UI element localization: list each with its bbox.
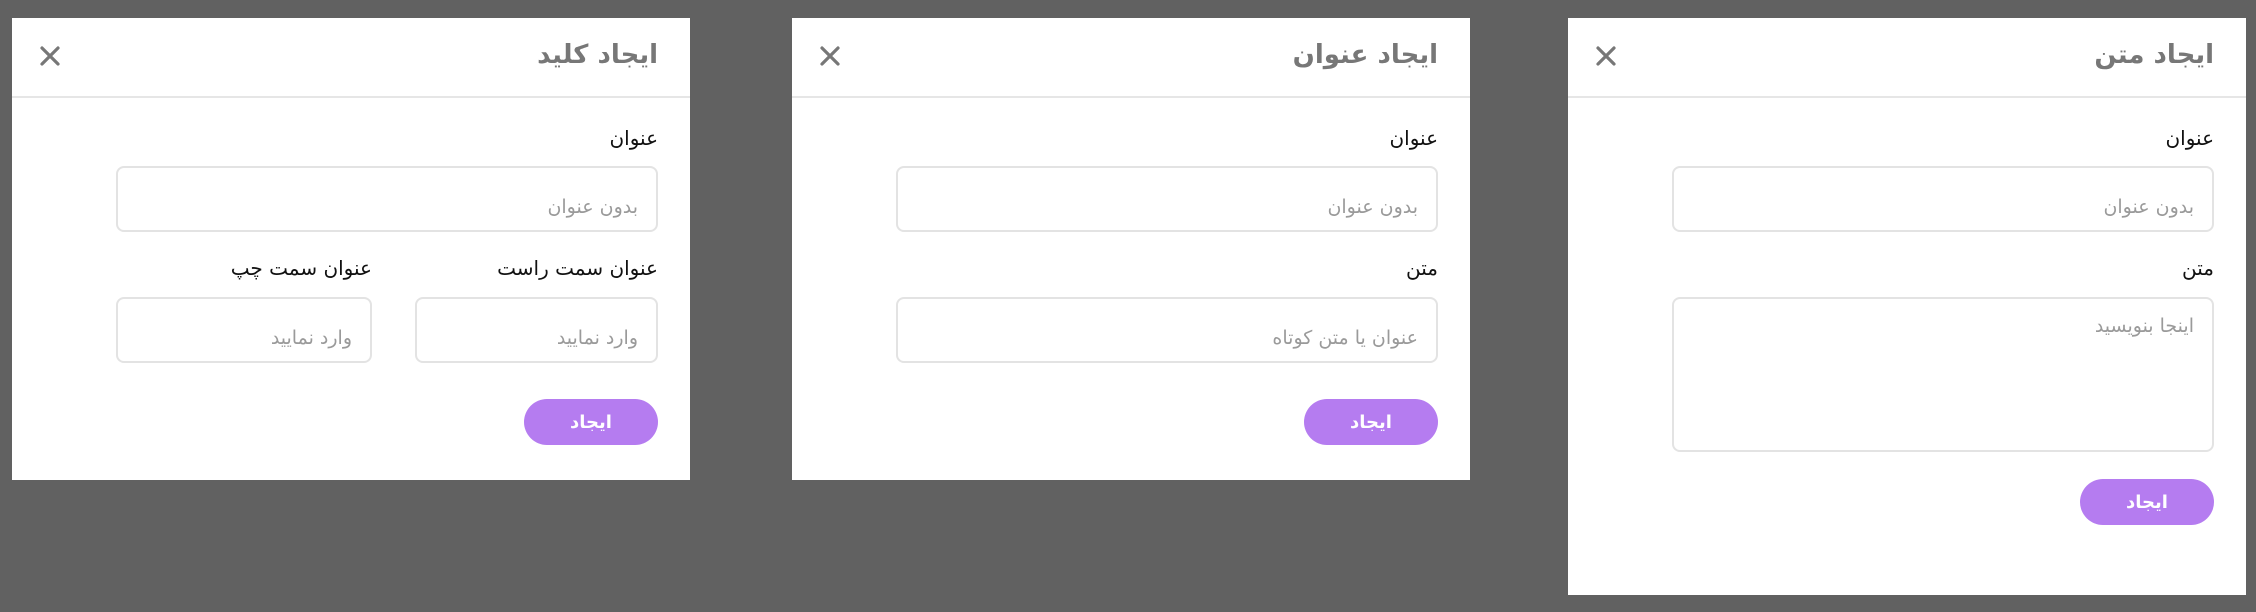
title-input[interactable] xyxy=(1672,166,2214,232)
left-title-field-label: عنوان سمت چپ xyxy=(230,256,372,280)
text-textarea[interactable] xyxy=(1672,297,2214,452)
create-button[interactable]: ایجاد xyxy=(524,399,658,445)
create-title-dialog: ایجاد عنوان عنوان متن ایجاد xyxy=(792,18,1470,480)
create-button[interactable]: ایجاد xyxy=(1304,399,1438,445)
title-input[interactable] xyxy=(116,166,658,232)
dialog-title: ایجاد متن xyxy=(2094,40,2214,70)
text-input[interactable] xyxy=(896,297,1438,363)
close-icon xyxy=(820,46,840,66)
close-button[interactable] xyxy=(34,40,66,72)
left-title-input[interactable] xyxy=(116,297,372,363)
dialog-header: ایجاد متن xyxy=(1568,18,2246,98)
title-field-label: عنوان xyxy=(2165,126,2214,150)
dialog-header: ایجاد عنوان xyxy=(792,18,1470,98)
dialog-title: ایجاد کلید xyxy=(537,40,658,70)
create-text-dialog: ایجاد متن عنوان متن ایجاد xyxy=(1568,18,2246,595)
text-field-label: متن xyxy=(1406,256,1438,280)
dialog-header: ایجاد کلید xyxy=(12,18,690,98)
close-button[interactable] xyxy=(1590,40,1622,72)
title-field-label: عنوان xyxy=(609,126,658,150)
close-icon xyxy=(40,46,60,66)
title-field-label: عنوان xyxy=(1389,126,1438,150)
dialog-title: ایجاد عنوان xyxy=(1292,40,1438,70)
create-key-dialog: ایجاد کلید عنوان عنوان سمت راست عنوان سم… xyxy=(12,18,690,480)
close-icon xyxy=(1596,46,1616,66)
text-field-label: متن xyxy=(2182,256,2214,280)
title-input[interactable] xyxy=(896,166,1438,232)
right-title-field-label: عنوان سمت راست xyxy=(497,256,658,280)
close-button[interactable] xyxy=(814,40,846,72)
create-button[interactable]: ایجاد xyxy=(2080,479,2214,525)
right-title-input[interactable] xyxy=(415,297,658,363)
